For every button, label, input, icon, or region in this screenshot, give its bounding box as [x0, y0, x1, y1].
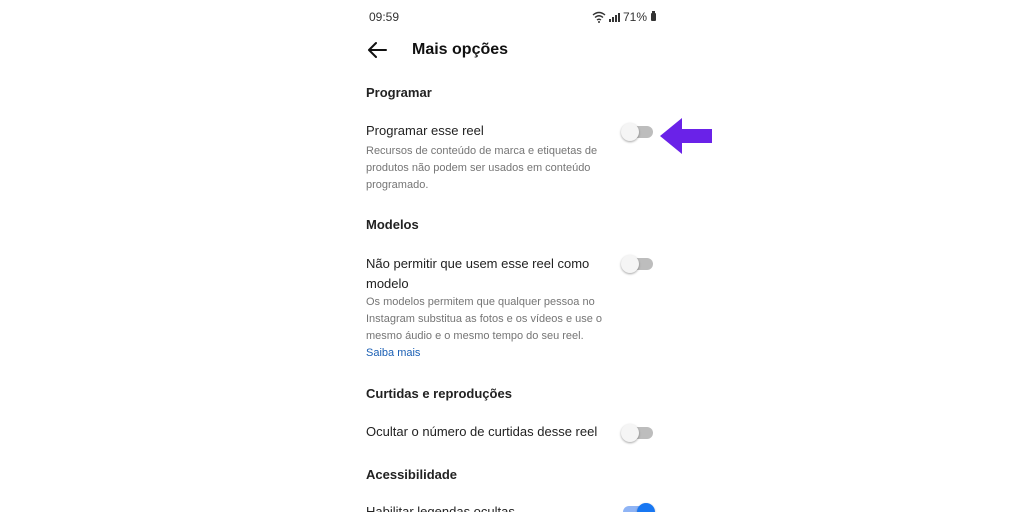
left-arrow-annotation-icon	[660, 118, 712, 154]
section-title-accessibility: Acessibilidade	[366, 467, 458, 482]
toggle-knob	[621, 123, 639, 141]
battery-percentage: 71%	[622, 10, 647, 24]
battery-icon	[651, 11, 656, 21]
schedule-reel-description: Recursos de conteúdo de marca e etiqueta…	[366, 145, 598, 191]
header: Mais opções	[366, 37, 508, 63]
closed-captions-toggle[interactable]	[623, 503, 655, 512]
section-title-likes: Curtidas e reproduções	[366, 386, 512, 401]
hide-likes-toggle[interactable]	[621, 424, 653, 442]
toggle-knob	[621, 424, 639, 442]
phone-screen: 09:59 71% Mais opções Programar Programa…	[350, 0, 670, 512]
status-bar: 09:59 71%	[369, 9, 656, 25]
disallow-template-label: Não permitir que usem esse reel como mod…	[366, 256, 590, 291]
closed-captions-label: Habilitar legendas ocultas	[366, 504, 515, 512]
section-title-templates: Modelos	[366, 217, 419, 232]
hide-likes-label: Ocultar o número de curtidas desse reel	[366, 424, 598, 439]
wifi-icon	[592, 11, 606, 23]
section-title-schedule: Programar	[366, 85, 432, 100]
schedule-reel-label: Programar esse reel	[366, 123, 484, 138]
arrow-left-icon[interactable]	[366, 39, 388, 61]
toggle-knob	[621, 255, 639, 273]
disallow-template-toggle[interactable]	[621, 255, 653, 273]
toggle-knob	[637, 503, 655, 512]
status-icons: 71%	[592, 10, 656, 24]
learn-more-link[interactable]: Saiba mais	[366, 347, 420, 359]
page-title: Mais opções	[412, 41, 509, 58]
template-description: Os modelos permitem que qualquer pessoa …	[366, 294, 616, 362]
template-description-text: Os modelos permitem que qualquer pessoa …	[366, 296, 603, 342]
signal-icon	[608, 12, 620, 22]
status-time: 09:59	[369, 10, 400, 24]
schedule-reel-toggle[interactable]	[621, 123, 653, 141]
